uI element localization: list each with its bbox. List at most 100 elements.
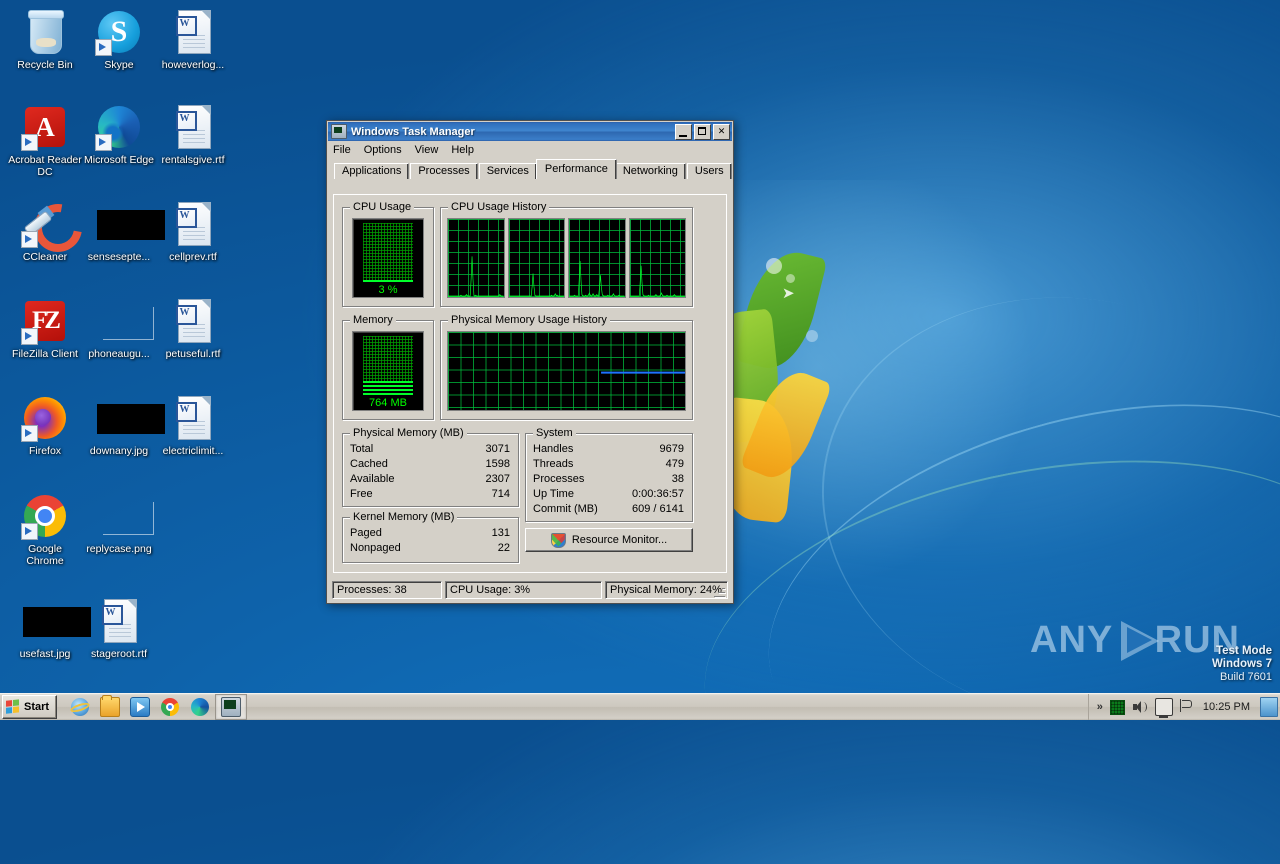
physical-memory-group: Physical Memory (MB) Total 3071 Cached 1598… bbox=[342, 427, 519, 507]
task-manager-icon bbox=[221, 697, 242, 717]
word-document-icon: W bbox=[169, 8, 217, 56]
desktop-icon-replycase-png[interactable]: replycase.png bbox=[82, 492, 156, 555]
desktop-icon-stageroot-rtf[interactable]: Wstageroot.rtf bbox=[82, 597, 156, 660]
desktop-icon-howeverlog[interactable]: Whoweverlog... bbox=[156, 8, 230, 71]
menu-item-file[interactable]: File bbox=[333, 144, 351, 156]
memory-gauge: 764 MB bbox=[352, 331, 424, 411]
shortcut-arrow-icon bbox=[21, 523, 38, 540]
taskbar-button-google-chrome[interactable] bbox=[155, 695, 185, 719]
microsoft-edge-icon bbox=[191, 698, 210, 716]
desktop-icon-label: Acrobat Reader DC bbox=[8, 154, 82, 178]
taskbar-button-task-manager[interactable] bbox=[215, 694, 248, 720]
green-indicator-icon[interactable] bbox=[1109, 699, 1125, 715]
resource-monitor-button[interactable]: Resource Monitor... bbox=[525, 528, 693, 552]
show-hidden-icons-icon[interactable]: » bbox=[1097, 701, 1103, 713]
kernel-memory-rows: Paged 131 Nonpaged 22 bbox=[343, 526, 518, 556]
desktop-icon-downany-jpg[interactable]: downany.jpg bbox=[82, 394, 165, 457]
desktop-icon-cellprev-rtf[interactable]: Wcellprev.rtf bbox=[156, 200, 230, 263]
desktop-icon-skype[interactable]: S Skype bbox=[82, 8, 156, 71]
shortcut-arrow-icon bbox=[21, 328, 38, 345]
desktop-icon-electriclimit[interactable]: Welectriclimit... bbox=[156, 394, 230, 457]
taskbar-button-internet-explorer[interactable] bbox=[65, 695, 95, 719]
desktop-icon-usefast-jpg[interactable]: usefast.jpg bbox=[8, 597, 91, 660]
tab-processes[interactable]: Processes bbox=[410, 163, 478, 179]
redacted-image-icon bbox=[95, 200, 165, 248]
start-label: Start bbox=[24, 701, 50, 713]
cpu-usage-value: 3 % bbox=[378, 284, 398, 296]
tab-performance[interactable]: Performance bbox=[535, 159, 617, 179]
taskbar-button-windows-media-player[interactable] bbox=[125, 695, 155, 719]
windows-media-player-icon bbox=[130, 697, 151, 717]
desktop-icon-label: Skype bbox=[104, 59, 134, 71]
tab-strip[interactable]: Applications Processes Services Performance… bbox=[327, 159, 733, 179]
desktop-icon-ccleaner[interactable]: CCleaner bbox=[8, 194, 92, 263]
desktop-icon-recycle-bin[interactable]: Recycle Bin bbox=[8, 8, 82, 71]
kernel-memory-group: Kernel Memory (MB) Paged 131 Nonpaged 22 bbox=[342, 511, 519, 563]
shield-icon bbox=[550, 532, 566, 548]
redacted-image-icon bbox=[21, 597, 91, 645]
minimize-button[interactable] bbox=[675, 123, 692, 140]
cpu-usage-history-group: CPU Usage History bbox=[440, 201, 693, 307]
menu-bar[interactable]: File Options View Help bbox=[327, 142, 733, 158]
taskbar-button-windows-explorer[interactable] bbox=[95, 695, 125, 719]
system-caption: System bbox=[533, 427, 576, 439]
desktop-icon-rentalsgive-rtf[interactable]: Wrentalsgive.rtf bbox=[156, 103, 230, 166]
network-icon[interactable] bbox=[1154, 698, 1173, 718]
cpu-history-panel-3 bbox=[568, 218, 626, 298]
quick-launch-bar[interactable] bbox=[65, 694, 248, 720]
cpu-usage-group: CPU Usage 3 % bbox=[342, 201, 434, 307]
tab-services[interactable]: Services bbox=[478, 163, 537, 179]
cpu-history-panel-2 bbox=[507, 218, 565, 298]
desktop-icon-sensesepte[interactable]: sensesepte... bbox=[82, 200, 165, 263]
stat-value: 609 / 6141 bbox=[632, 503, 684, 515]
menu-item-options[interactable]: Options bbox=[364, 144, 402, 156]
task-manager-icon bbox=[331, 124, 347, 139]
stat-value: 479 bbox=[665, 458, 684, 470]
tab-networking[interactable]: Networking bbox=[614, 163, 686, 179]
clock[interactable]: 10:25 PM bbox=[1203, 701, 1250, 713]
volume-icon[interactable] bbox=[1132, 699, 1148, 715]
anyrun-brand-left: ANY bbox=[1030, 618, 1114, 661]
desktop-icon-microsoft-edge[interactable]: Microsoft Edge bbox=[82, 103, 156, 166]
desktop-icon-acrobat-reader-dc[interactable]: A Acrobat Reader DC bbox=[8, 103, 82, 178]
cpu-usage-caption: CPU Usage bbox=[350, 201, 415, 213]
windows-flag-icon bbox=[6, 699, 21, 715]
stat-key: Free bbox=[350, 488, 373, 500]
system-tray[interactable]: » 10:25 PM bbox=[1087, 694, 1280, 720]
internet-explorer-icon bbox=[71, 698, 90, 716]
stat-value: 38 bbox=[671, 473, 684, 485]
stat-value: 131 bbox=[491, 527, 510, 539]
taskbar[interactable]: Start » 10:25 PM bbox=[0, 693, 1280, 720]
tab-users[interactable]: Users bbox=[686, 163, 732, 179]
menu-item-view[interactable]: View bbox=[415, 144, 439, 156]
os-name-label: Windows 7 bbox=[1212, 658, 1272, 670]
desktop-icon-petuseful-rtf[interactable]: Wpetuseful.rtf bbox=[156, 297, 230, 360]
menu-item-help[interactable]: Help bbox=[451, 144, 474, 156]
action-center-flag-icon[interactable] bbox=[1179, 699, 1196, 715]
recycle-bin-icon bbox=[21, 8, 69, 56]
close-button[interactable]: ✕ bbox=[713, 123, 730, 140]
desktop-icon-firefox[interactable]: Firefox bbox=[8, 394, 82, 457]
stat-key: Nonpaged bbox=[350, 542, 401, 554]
tab-applications[interactable]: Applications bbox=[334, 163, 410, 179]
status-cell-1: CPU Usage: 3% bbox=[445, 581, 602, 599]
maximize-button[interactable] bbox=[694, 123, 711, 140]
show-desktop-button[interactable] bbox=[1260, 697, 1278, 717]
desktop-icon-filezilla-client[interactable]: FZ FileZilla Client bbox=[8, 297, 82, 360]
stat-row: Commit (MB) 609 / 6141 bbox=[526, 502, 692, 517]
stat-row: Paged 131 bbox=[343, 526, 518, 541]
memory-value: 764 MB bbox=[369, 397, 407, 409]
build-number-label: Build 7601 bbox=[1220, 671, 1272, 683]
stat-key: Handles bbox=[533, 443, 574, 455]
resize-grip[interactable] bbox=[714, 586, 726, 598]
task-manager-window[interactable]: Windows Task Manager ✕ File Options View He… bbox=[326, 120, 734, 604]
desktop-icon-phoneaugu[interactable]: phoneaugu... bbox=[82, 297, 156, 360]
start-button[interactable]: Start bbox=[2, 695, 58, 719]
desktop-icon-label: CCleaner bbox=[22, 251, 68, 263]
title-bar[interactable]: Windows Task Manager ✕ bbox=[328, 122, 732, 141]
taskbar-button-microsoft-edge[interactable] bbox=[185, 695, 215, 719]
google-chrome-icon bbox=[161, 698, 180, 716]
status-bar: Processes: 38 CPU Usage: 3% Physical Memor… bbox=[332, 581, 728, 599]
desktop-icon-google-chrome[interactable]: Google Chrome bbox=[8, 492, 82, 567]
cpu-history-panel-1 bbox=[447, 218, 505, 298]
